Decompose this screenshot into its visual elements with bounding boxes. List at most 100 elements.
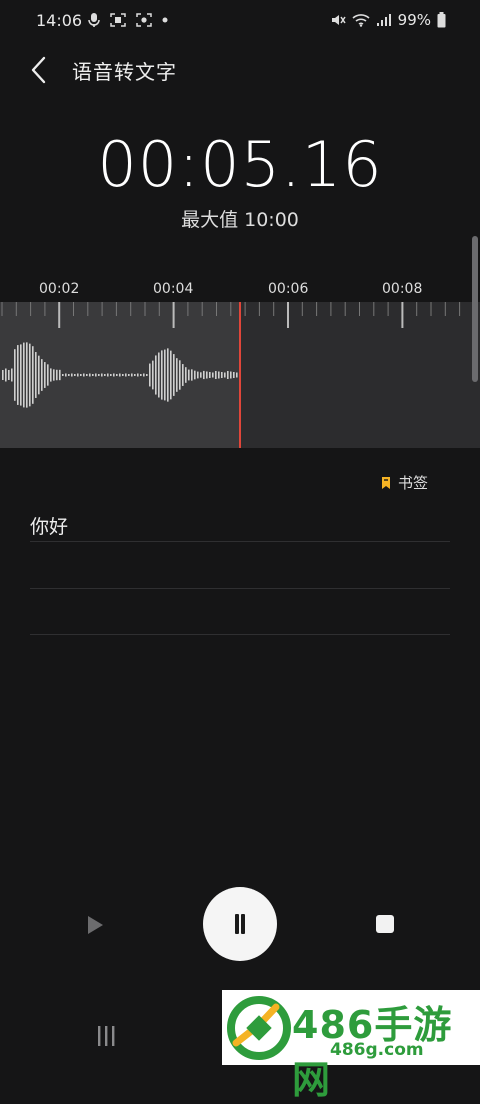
timeline-ticks [1,302,475,328]
pause-button[interactable] [203,887,277,961]
waveform-bar [8,370,10,380]
waveform-bar [119,373,121,377]
waveform-bar [185,367,187,383]
status-left-icons [88,12,168,28]
waveform-bar [224,372,226,378]
page-title: 语音转文字 [72,60,177,84]
microphone-icon [88,13,100,27]
waveform-bars [2,342,238,408]
waveform-bar [68,374,70,376]
waveform-bar [2,370,4,380]
max-duration-label: 最大值 10:00 [181,209,299,231]
status-bar: 14:06 99% [0,0,480,44]
transcript-divider-3 [30,634,450,635]
timeline-label-1: 00:02 [39,281,80,297]
transcript-divider-2 [30,588,450,589]
waveform-bar [104,374,106,376]
waveform-bar [59,369,61,381]
screen-record-icon [136,13,152,27]
recents-icon [98,1026,115,1046]
waveform-bar [116,374,118,376]
waveform-bar [80,374,82,376]
waveform-bar [14,349,16,401]
battery-percent: 99% [397,11,431,29]
waveform-bar [23,342,25,408]
waveform-bar [131,373,133,377]
waveform-bar [11,368,13,382]
waveform-bar [95,373,97,377]
waveform-bar [188,369,190,381]
waveform-bar [191,369,193,381]
waveform-bar [38,355,40,395]
waveform-bar [56,369,58,381]
timeline-label-2: 00:04 [153,281,194,297]
back-button[interactable] [24,52,56,88]
waveform-bar [83,373,85,377]
waveform-bar [62,374,64,376]
waveform-bar [230,371,232,379]
waveform-bar [77,373,79,377]
stop-button[interactable] [376,915,394,933]
screenshot-icon [110,13,126,27]
waveform-bar [110,374,112,376]
watermark-url: 486g.com [330,1040,424,1060]
play-icon [88,916,103,934]
waveform-bar [20,344,22,406]
waveform-bar [194,370,196,380]
waveform-bar [125,373,127,377]
waveform-bar [233,372,235,378]
timeline-label-3: 00:06 [268,281,309,297]
waveform-bar [206,371,208,379]
waveform-bar [32,346,34,404]
bookmark-icon [381,476,390,489]
waveform-bar [146,374,148,376]
waveform-bar [35,352,37,398]
status-time: 14:06 [36,11,83,30]
transcript-divider-1 [30,541,450,542]
wifi-icon [352,14,370,27]
playhead [239,302,241,448]
waveform-bar [182,364,184,386]
bookmark-label: 书签 [397,474,428,492]
transcript-line-1: 你好 [30,516,69,538]
recording-timer: 00:05.16 [97,128,383,201]
waveform-bar [44,362,46,388]
notification-dot-icon [162,17,168,23]
scrollbar[interactable] [472,236,478,382]
waveform-bar [29,343,31,407]
status-right-icons: 99% [330,11,446,29]
waveform-bar [5,368,7,382]
waveform-bar [221,371,223,379]
waveform-bar [215,370,217,380]
waveform-bar [101,373,103,377]
watermark-logo-icon [227,996,291,1060]
mute-icon [331,15,346,25]
waveform-bar [236,372,238,378]
chevron-left-icon [31,56,46,84]
waveform-bar [98,374,100,376]
waveform-bar [137,373,139,377]
waveform-bar [86,374,88,376]
waveform-bar [149,363,151,387]
waveform-bar [218,371,220,379]
pause-icon-bar-left [235,914,239,934]
waveform-bar [152,360,154,390]
waveform-bar [143,373,145,377]
waveform-bar [176,358,178,392]
nav-recents-button[interactable] [94,1024,118,1048]
bookmark-button[interactable]: 书签 [380,472,428,493]
waveform-bar [155,355,157,395]
waveform-bar [53,369,55,381]
waveform-bar [164,349,166,401]
waveform-bar [128,374,130,376]
waveform-bar [197,371,199,379]
waveform-bar [92,374,94,376]
play-button[interactable] [78,908,112,942]
waveform-bar [179,360,181,390]
waveform-bar [89,373,91,377]
waveform-bar [47,364,49,386]
waveform-bar [200,372,202,378]
timeline-label-4: 00:08 [382,281,423,297]
waveform-bar [158,352,160,398]
pause-icon-bar-right [241,914,245,934]
